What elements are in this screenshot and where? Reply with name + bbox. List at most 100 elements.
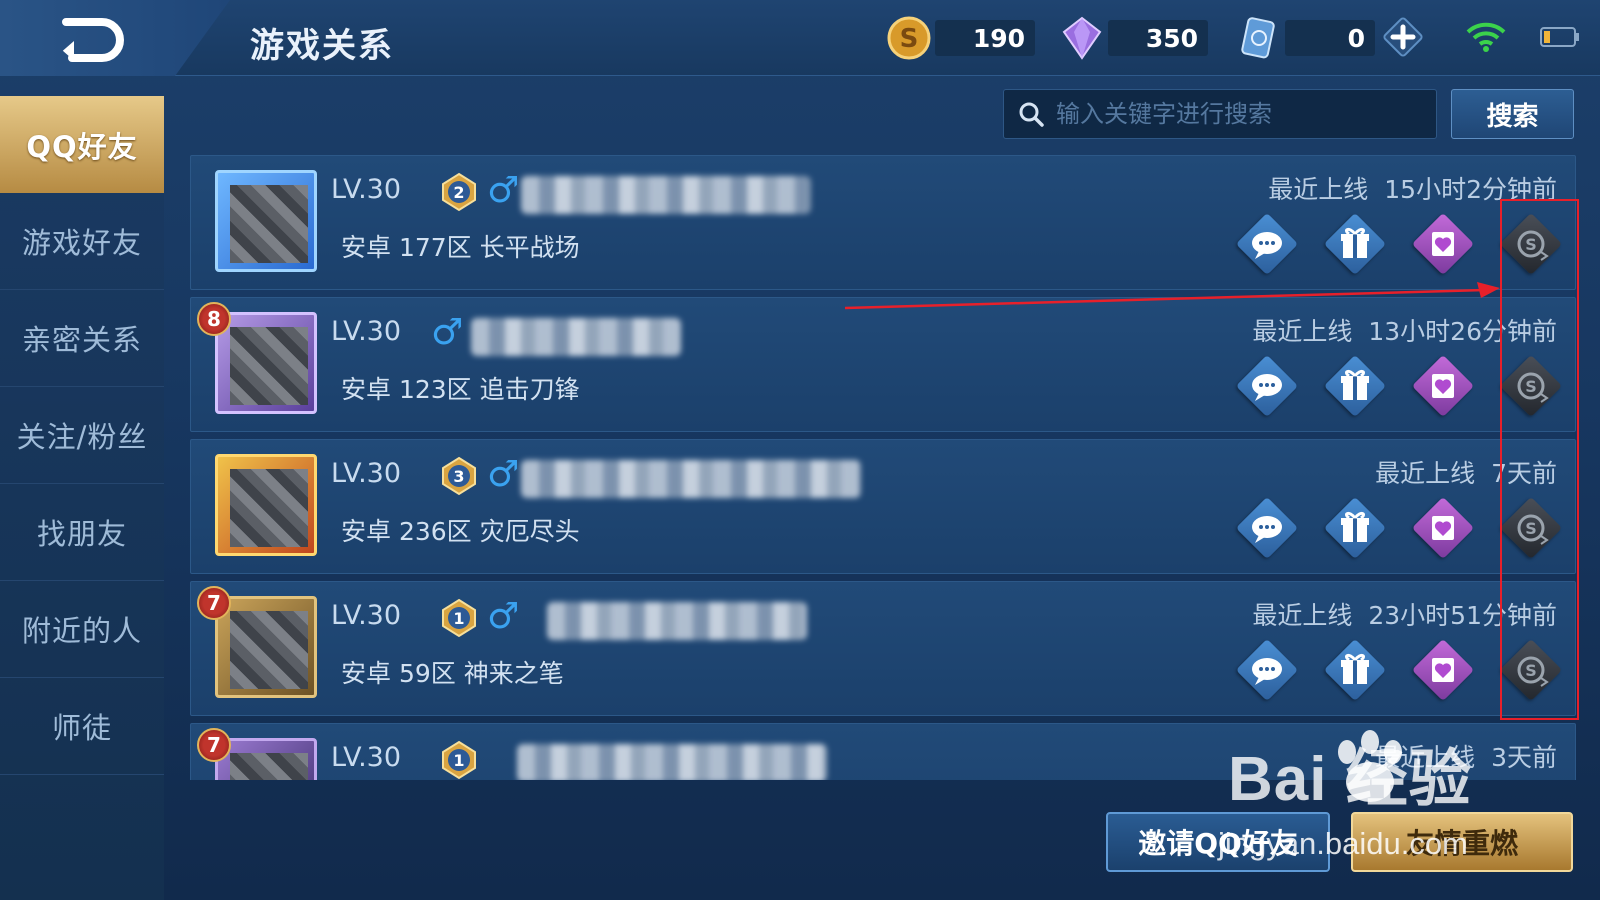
heart-card-icon [1432, 374, 1454, 398]
sidebar-item-mentor[interactable]: 师徒 [0, 678, 164, 775]
tier-number: 1 [453, 609, 464, 628]
player-level: LV.30 [331, 316, 402, 347]
friend-row[interactable]: 8 LV.30 ♂ 安卓 123区 追击刀锋 最近上线 13小时26分钟前 S [190, 297, 1576, 432]
last-online-label: 最近上线 [1375, 459, 1476, 488]
male-gender-icon: ♂ [487, 170, 520, 211]
search-input[interactable] [1056, 100, 1426, 128]
diamond-amount: 350 [1108, 20, 1208, 56]
tier-number: 2 [453, 183, 464, 202]
avatar[interactable] [215, 454, 317, 556]
sidebar-item-qq-friends[interactable]: QQ好友 [0, 96, 164, 193]
sidebar-item-find-friends[interactable]: 找朋友 [0, 484, 164, 581]
gift-button[interactable] [1323, 496, 1387, 560]
rank-badge: 8 [197, 302, 231, 336]
gold-amount: 190 [935, 20, 1035, 56]
chat-bubble-icon [1252, 232, 1282, 259]
player-name-blurred [521, 176, 811, 214]
avatar[interactable] [215, 596, 317, 698]
gift-icon [1341, 653, 1369, 684]
avatar[interactable] [215, 170, 317, 272]
gift-icon [1341, 369, 1369, 400]
gift-button[interactable] [1323, 638, 1387, 702]
search-box [1003, 89, 1437, 139]
player-name-blurred [517, 744, 827, 780]
invite-qq-friends-button[interactable]: 邀请QQ好友 [1106, 812, 1330, 872]
tier-number: 3 [453, 467, 464, 486]
page-title: 游戏关系 [250, 26, 394, 66]
chat-button[interactable] [1235, 354, 1299, 418]
chat-button[interactable] [1235, 638, 1299, 702]
battery-icon [1540, 27, 1579, 47]
last-online-label: 最近上线 [1375, 743, 1476, 772]
gift-icon [1341, 227, 1369, 258]
diamond-counter: 350 [1062, 16, 1208, 60]
tier-badge-icon: 3 [442, 456, 476, 496]
search-button[interactable]: 搜索 [1451, 89, 1574, 139]
sidebar-item-intimate[interactable]: 亲密关系 [0, 290, 164, 387]
player-name-blurred [521, 460, 861, 498]
tier-badge-icon: 1 [442, 740, 476, 780]
intimacy-button[interactable] [1411, 354, 1475, 418]
player-name-blurred [547, 602, 807, 640]
sidebar-item-nearby[interactable]: 附近的人 [0, 581, 164, 678]
chat-bubble-icon [1252, 516, 1282, 543]
intimacy-button[interactable] [1411, 638, 1475, 702]
gift-button[interactable] [1323, 212, 1387, 276]
player-level: LV.30 [331, 742, 402, 773]
tier-number: 1 [453, 751, 464, 770]
last-online-label: 最近上线 [1252, 317, 1353, 346]
male-gender-icon: ♂ [487, 454, 520, 495]
last-online-label: 最近上线 [1252, 601, 1353, 630]
friend-row[interactable]: LV.30 2 ♂ 安卓 177区 长平战场 最近上线 15小时2分钟前 S [190, 155, 1576, 290]
heart-card-icon [1432, 658, 1454, 682]
annotation-arrow [845, 282, 1500, 310]
top-bar: 游戏关系 S 190 350 0 [0, 0, 1600, 76]
voucher-amount: 0 [1285, 20, 1375, 56]
svg-text:S: S [900, 24, 919, 54]
search-icon [1019, 102, 1044, 127]
chat-bubble-icon [1252, 658, 1282, 685]
friend-row[interactable]: LV.30 3 ♂ 安卓 236区 灾厄尽头 最近上线 7天前 S [190, 439, 1576, 574]
annotation-highlight-box [1500, 199, 1579, 720]
server-info: 安卓 236区 灾厄尽头 [341, 517, 580, 546]
diamond-icon [1062, 16, 1102, 60]
male-gender-icon: ♂ [487, 596, 520, 637]
wifi-icon [1466, 22, 1506, 52]
reignite-friendship-button[interactable]: 友情重燃 [1351, 812, 1573, 872]
chat-bubble-icon [1252, 374, 1282, 401]
gold-counter: S 190 [887, 16, 1035, 60]
server-info: 安卓 123区 追击刀锋 [341, 375, 580, 404]
player-level: LV.30 [331, 174, 402, 205]
tier-badge-icon: 1 [442, 598, 476, 638]
player-level: LV.30 [331, 600, 402, 631]
player-name-blurred [471, 318, 681, 356]
rank-badge: 7 [197, 728, 231, 762]
chat-button[interactable] [1235, 496, 1299, 560]
friend-row[interactable]: 7 LV.30 1 最近上线 3天前 [190, 723, 1576, 780]
sidebar-item-follow-fans[interactable]: 关注/粉丝 [0, 387, 164, 484]
gold-coin-icon: S [887, 16, 931, 60]
tier-badge-icon: 2 [442, 172, 476, 212]
add-currency-button[interactable] [1380, 14, 1426, 60]
last-online-time: 3天前 [1491, 743, 1557, 772]
gift-button[interactable] [1323, 354, 1387, 418]
male-gender-icon: ♂ [431, 312, 464, 353]
server-info: 安卓 177区 长平战场 [341, 233, 580, 262]
player-level: LV.30 [331, 458, 402, 489]
voucher-counter: 0 [1241, 16, 1375, 60]
back-arrow-icon[interactable] [56, 16, 128, 62]
chat-button[interactable] [1235, 212, 1299, 276]
friend-row[interactable]: 7 LV.30 1 ♂ 安卓 59区 神来之笔 最近上线 23小时51分钟前 S [190, 581, 1576, 716]
last-online-label: 最近上线 [1268, 175, 1369, 204]
intimacy-button[interactable] [1411, 496, 1475, 560]
last-online: 最近上线 3天前 [1375, 738, 1557, 774]
server-info: 安卓 59区 神来之笔 [341, 659, 564, 688]
rank-badge: 7 [197, 586, 231, 620]
heart-card-icon [1432, 516, 1454, 540]
friend-list[interactable]: LV.30 2 ♂ 安卓 177区 长平战场 最近上线 15小时2分钟前 S 8… [190, 155, 1576, 780]
avatar[interactable] [215, 312, 317, 414]
intimacy-button[interactable] [1411, 212, 1475, 276]
heart-card-icon [1432, 232, 1454, 256]
sidebar: QQ好友 游戏好友 亲密关系 关注/粉丝 找朋友 附近的人 师徒 [0, 96, 164, 900]
sidebar-item-game-friends[interactable]: 游戏好友 [0, 193, 164, 290]
